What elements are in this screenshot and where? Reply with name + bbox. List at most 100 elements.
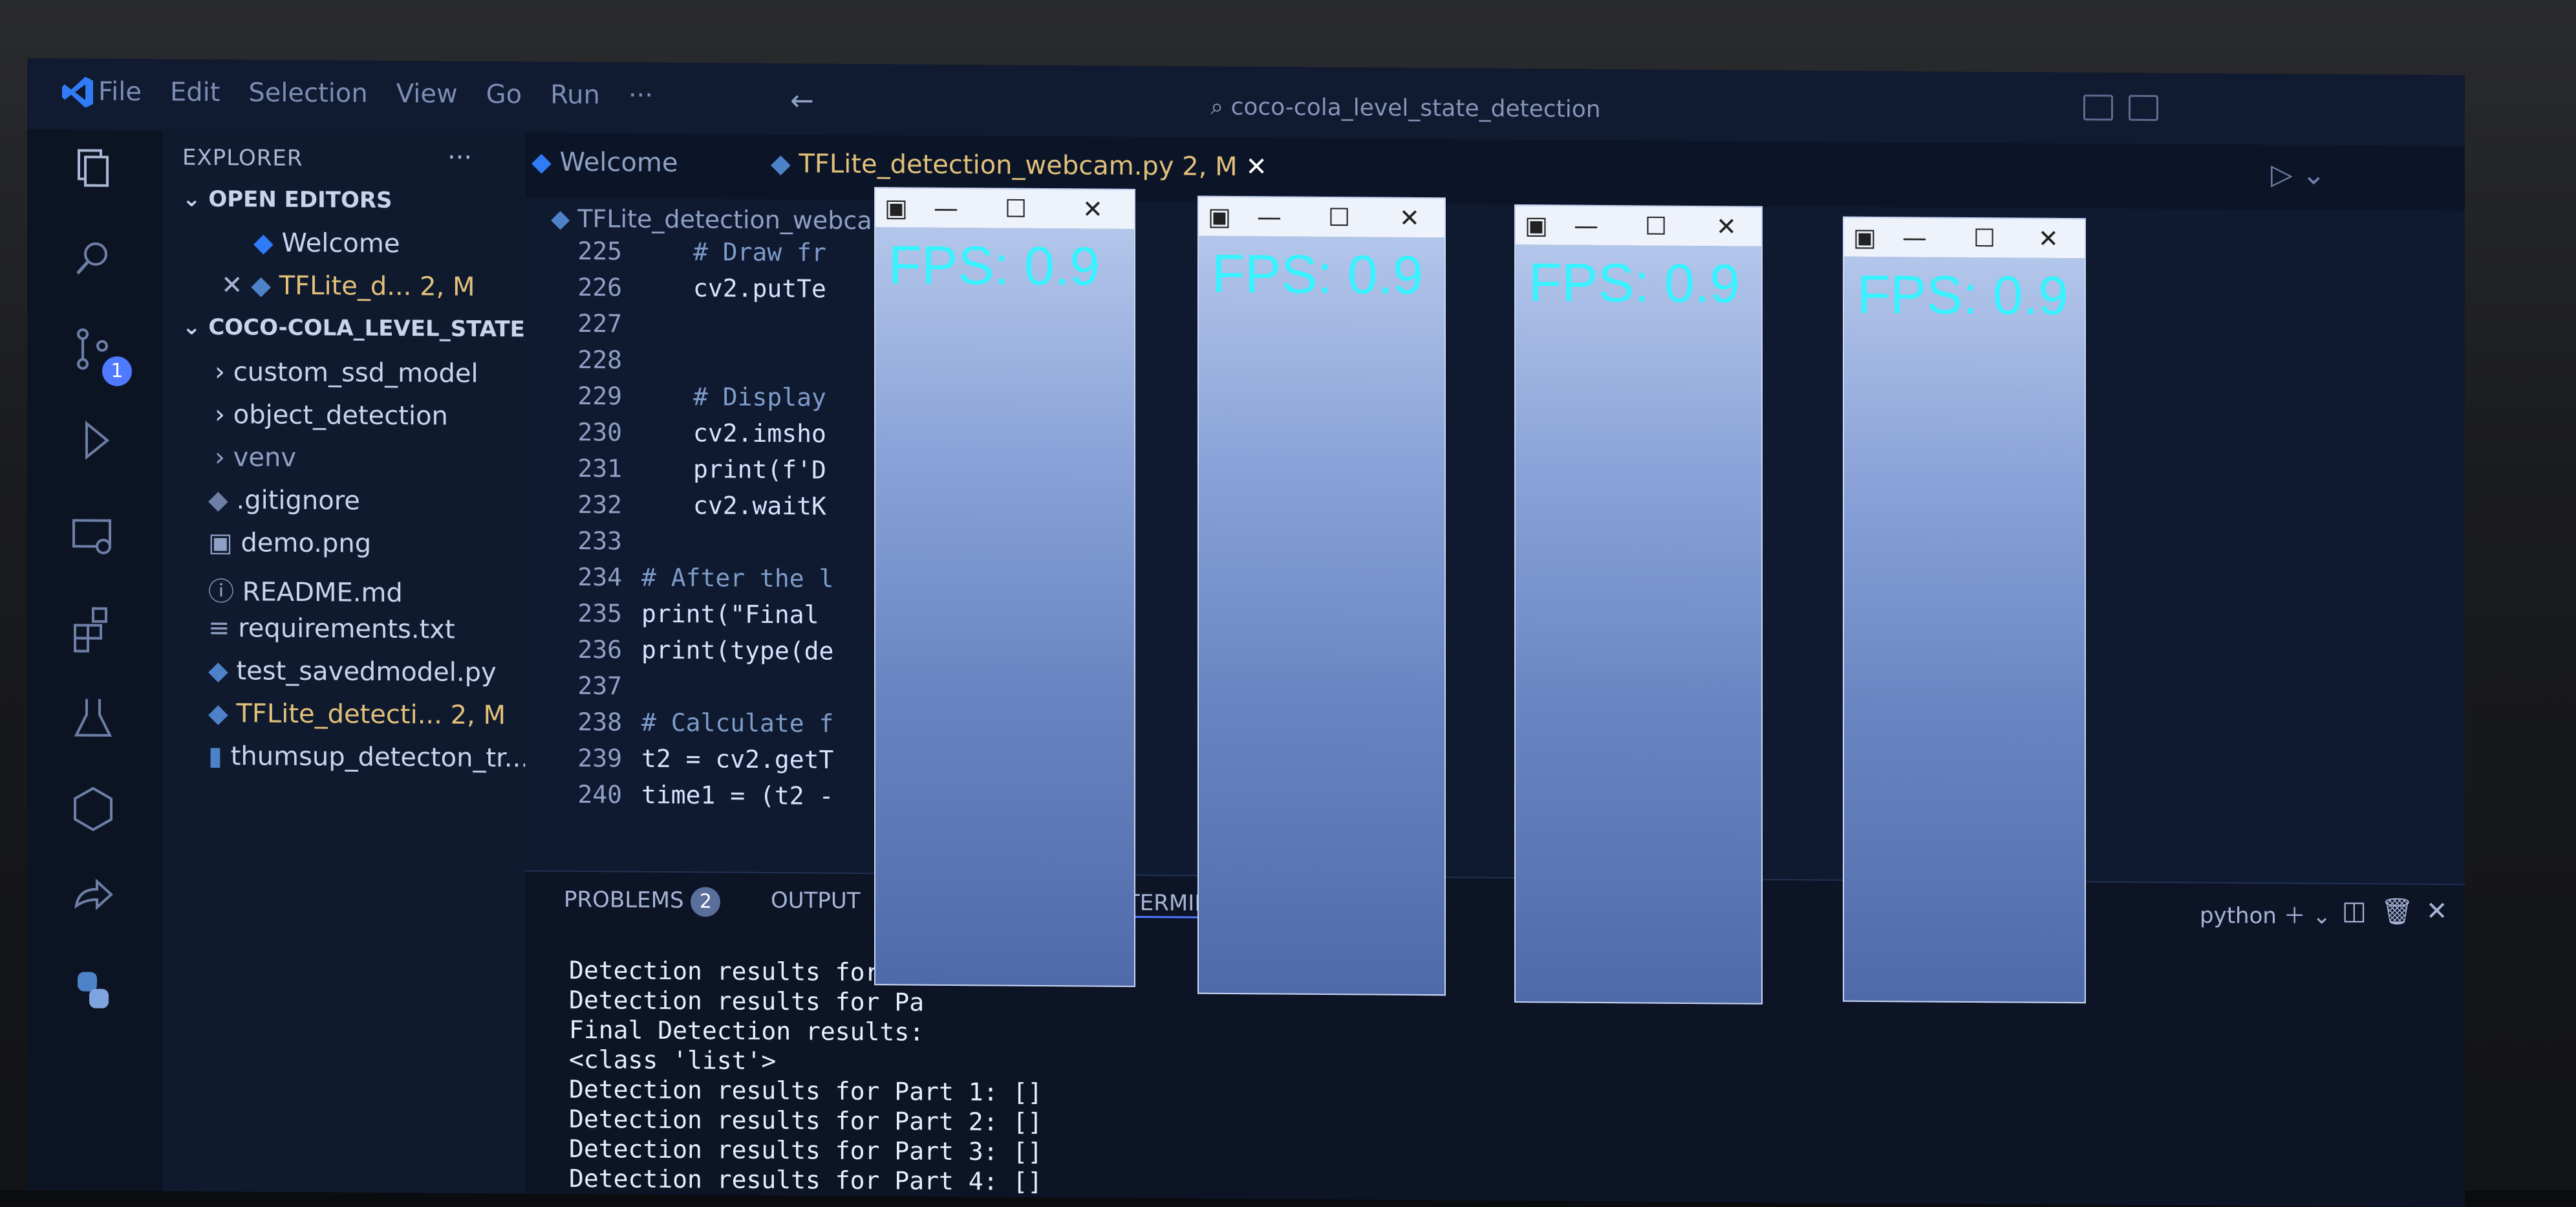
code-line[interactable]: # Draw fr: [693, 237, 826, 266]
extensions-icon[interactable]: [67, 602, 119, 654]
tab-output[interactable]: OUTPUT: [771, 887, 861, 914]
close-panel-icon[interactable]: ✕: [2426, 897, 2448, 926]
terminal-line: Final Detection results:: [569, 1015, 925, 1047]
menu-file[interactable]: File: [98, 77, 142, 107]
minimize-icon[interactable]: —: [1574, 212, 1598, 240]
close-icon[interactable]: ✕: [2038, 224, 2059, 253]
tab-problems[interactable]: PROBLEMS 2: [564, 886, 721, 917]
camera-window-3[interactable]: ▣ — ☐ ✕ FPS: 0.9: [1514, 204, 1763, 1005]
search-icon[interactable]: [67, 233, 119, 285]
menu-more[interactable]: ···: [628, 80, 653, 110]
explorer-icon[interactable]: [67, 142, 119, 195]
line-number: 230: [577, 417, 622, 447]
maximize-icon[interactable]: ☐: [1973, 224, 1995, 252]
minimize-icon[interactable]: —: [1902, 223, 1927, 252]
explorer-more-icon[interactable]: ···: [447, 143, 472, 173]
trash-icon[interactable]: 🗑: [2381, 896, 2414, 926]
activity-bar: 1: [27, 129, 163, 1191]
python-file-icon: ◆: [771, 149, 799, 179]
tree-item-thumsup[interactable]: ▮ thumsup_detecton_tr...: [208, 741, 529, 773]
maximize-icon[interactable]: ☐: [1005, 195, 1027, 223]
line-number: 235: [577, 598, 622, 628]
tree-item-venv[interactable]: › venv: [215, 442, 296, 473]
code-line[interactable]: t2 = cv2.getT: [641, 745, 833, 774]
fps-label: FPS: 0.9: [1857, 263, 2068, 327]
code-line[interactable]: cv2.waitK: [693, 491, 826, 520]
line-number: 237: [577, 671, 622, 701]
maximize-icon[interactable]: ☐: [1328, 203, 1350, 232]
tree-item-readme[interactable]: ⓘ README.md: [208, 571, 403, 609]
toggle-panel-icon[interactable]: [2129, 94, 2158, 122]
run-file-icon[interactable]: ▷ ⌄: [2271, 158, 2326, 191]
minimize-icon[interactable]: —: [1257, 202, 1282, 231]
code-line[interactable]: # Calculate f: [641, 708, 833, 738]
run-debug-icon[interactable]: [67, 414, 119, 466]
menu-run[interactable]: Run: [550, 80, 600, 111]
tree-item-custom-ssd-model[interactable]: › custom_ssd_model: [215, 357, 478, 389]
problems-label: PROBLEMS: [564, 886, 684, 914]
tab-tflite-webcam[interactable]: ◆ TFLite_detection_webcam.py 2, M ✕: [771, 149, 1267, 182]
camera-window-2[interactable]: ▣ — ☐ ✕ FPS: 0.9: [1197, 195, 1446, 996]
python-icon[interactable]: [67, 964, 119, 1016]
code-line[interactable]: print("Final: [641, 600, 819, 629]
code-line[interactable]: print(f'D: [693, 455, 826, 484]
toggle-sidebar-icon[interactable]: [2083, 94, 2113, 121]
live-share-icon[interactable]: [67, 873, 119, 926]
menu-edit[interactable]: Edit: [170, 78, 220, 108]
camera-feed: [875, 227, 1134, 986]
line-number: 231: [577, 453, 622, 483]
close-icon[interactable]: ✕: [221, 270, 251, 300]
chevron-right-icon: ›: [215, 400, 233, 430]
tree-item-label: test_savedmodel.py: [236, 656, 497, 688]
terminal-profile-python[interactable]: python ＋ ⌄: [2200, 897, 2331, 930]
camera-feed: [1516, 245, 1761, 1003]
back-arrow-icon[interactable]: ←: [790, 84, 814, 117]
tree-item-requirements[interactable]: ≡ requirements.txt: [208, 613, 455, 645]
code-line[interactable]: # After the l: [641, 563, 833, 593]
python-profile-label: python: [2200, 902, 2277, 930]
project-header[interactable]: ⌄ COCO-COLA_LEVEL_STATE_...: [182, 314, 561, 343]
menu-go[interactable]: Go: [486, 80, 522, 109]
camera-feed: [1844, 256, 2085, 1003]
camera-window-4[interactable]: ▣ — ☐ ✕ FPS: 0.9: [1843, 216, 2086, 1004]
tab-welcome[interactable]: ◆ Welcome: [531, 147, 678, 178]
tree-item-test-savedmodel[interactable]: ◆ test_savedmodel.py: [208, 656, 497, 688]
code-line[interactable]: cv2.imsho: [693, 419, 826, 448]
maximize-icon[interactable]: ☐: [1645, 212, 1667, 240]
line-number: 240: [577, 779, 622, 809]
open-editor-tflite[interactable]: ✕ ◆ TFLite_d... 2, M: [221, 270, 475, 302]
command-center-search[interactable]: ⌕ coco-cola_level_state_detection: [1210, 94, 1601, 124]
menu-selection[interactable]: Selection: [248, 78, 367, 108]
add-terminal-icon[interactable]: ＋ ⌄: [2284, 903, 2331, 930]
vscode-file-icon: ◆: [531, 147, 560, 177]
camera-window-titlebar: ▣ — ☐ ✕: [1844, 217, 2085, 259]
menu-view[interactable]: View: [396, 79, 458, 109]
close-icon[interactable]: ✕: [1082, 195, 1103, 223]
fps-label: FPS: 0.9: [1529, 252, 1740, 314]
fps-label: FPS: 0.9: [888, 234, 1100, 297]
code-line[interactable]: cv2.putTe: [693, 274, 826, 303]
terminal-line: Detection results for Part 1: []: [569, 1074, 1043, 1107]
camera-window-1[interactable]: ▣ — ☐ ✕ FPS: 0.9: [874, 187, 1135, 987]
open-editor-welcome[interactable]: ◆ Welcome: [253, 228, 400, 259]
minimize-icon[interactable]: —: [934, 194, 958, 223]
code-line[interactable]: # Display: [693, 382, 826, 411]
code-line[interactable]: time1 = (t2 -: [641, 781, 833, 810]
testing-flask-icon[interactable]: [67, 692, 119, 745]
tree-item-tflite[interactable]: ◆ TFLite_detecti... 2, M: [208, 699, 506, 730]
tree-item-gitignore[interactable]: ◆ .gitignore: [208, 485, 360, 516]
code-line[interactable]: print(type(de: [641, 636, 833, 666]
app-icon: ▣: [1208, 202, 1231, 231]
tree-item-demo-png[interactable]: ▣ demo.png: [208, 528, 371, 559]
split-terminal-icon[interactable]: ◫: [2342, 896, 2367, 926]
line-number: 234: [577, 562, 622, 592]
tree-item-label: venv: [233, 442, 297, 473]
tree-item-object-detection[interactable]: › object_detection: [215, 400, 448, 431]
line-number: 227: [577, 309, 622, 338]
remote-explorer-icon[interactable]: [67, 511, 119, 563]
hexagon-extension-icon[interactable]: [67, 783, 119, 835]
close-tab-icon[interactable]: ✕: [1245, 152, 1267, 182]
close-icon[interactable]: ✕: [1399, 204, 1420, 232]
close-icon[interactable]: ✕: [1716, 212, 1737, 241]
open-editors-header[interactable]: ⌄ OPEN EDITORS: [182, 186, 392, 213]
